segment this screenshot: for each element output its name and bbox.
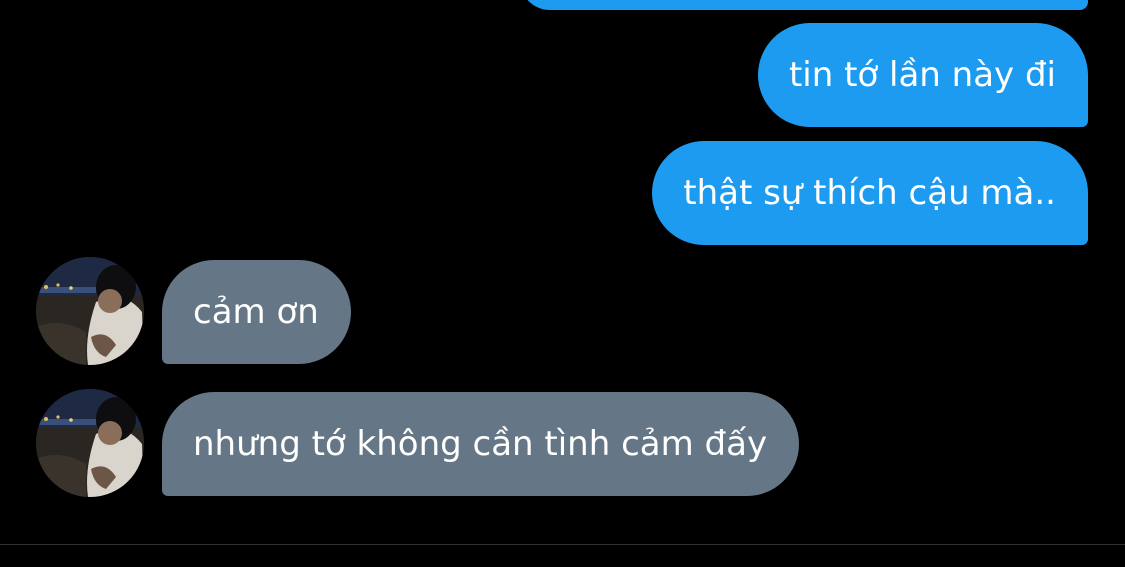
- avatar-photo-icon: [36, 257, 144, 365]
- avatar-photo-icon: [36, 389, 144, 497]
- message-bubble-received[interactable]: nhưng tớ không cần tình cảm đấy: [162, 392, 800, 496]
- message-bubble-received[interactable]: cảm ơn: [162, 260, 351, 364]
- avatar[interactable]: [36, 389, 144, 497]
- avatar[interactable]: [36, 257, 144, 365]
- message-text: thật sự thích cậu mà..: [683, 173, 1056, 213]
- composer-divider: [0, 544, 1125, 545]
- message-text: nhưng tớ không cần tình cảm đấy: [193, 424, 768, 464]
- message-bubble-sent[interactable]: tin tớ lần này đi: [757, 23, 1088, 127]
- message-text: cảm ơn: [193, 292, 319, 332]
- message-bubble-sent-partial[interactable]: [520, 0, 1088, 10]
- message-bubble-sent[interactable]: thật sự thích cậu mà..: [652, 141, 1088, 245]
- message-text: tin tớ lần này đi: [788, 55, 1056, 95]
